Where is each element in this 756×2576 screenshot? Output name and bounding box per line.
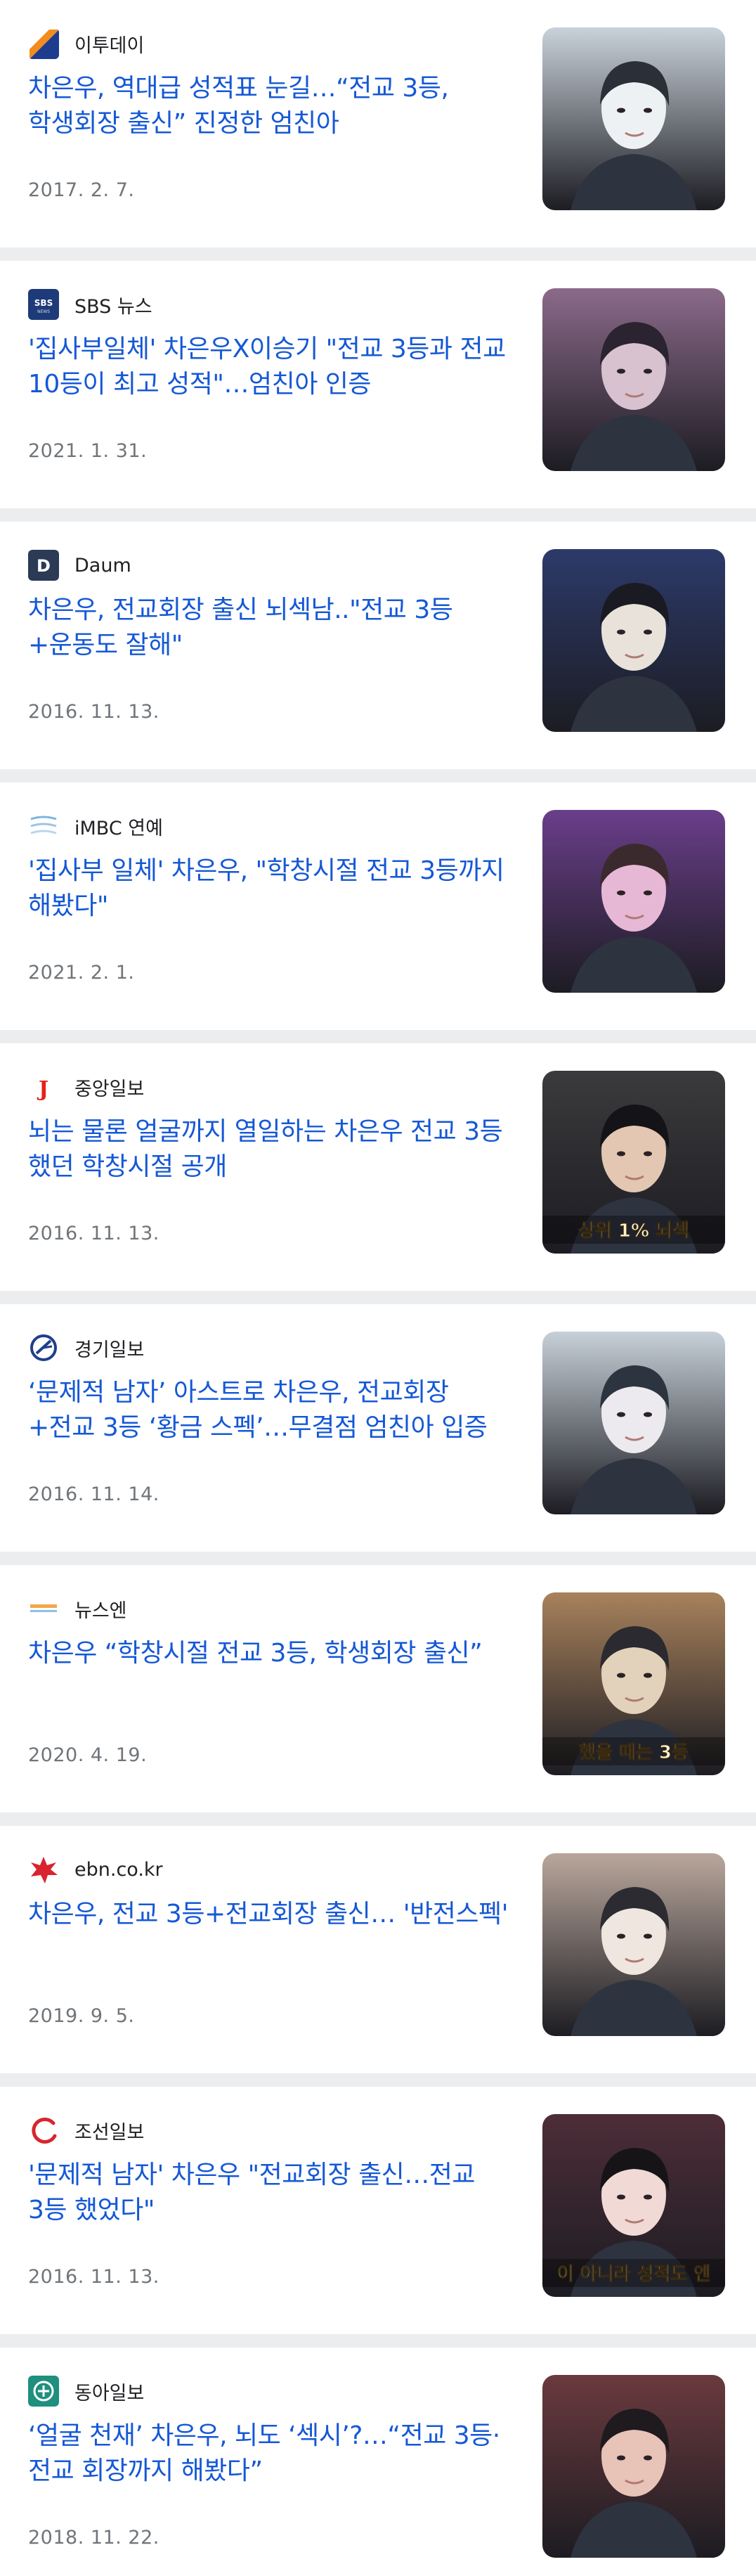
article-title[interactable]: '문제적 남자' 차은우 "전교회장 출신…전교 3등 했었다" bbox=[28, 2158, 513, 2228]
news-source[interactable]: 동아일보 bbox=[28, 2375, 144, 2407]
news-source[interactable]: D Daum bbox=[28, 549, 131, 581]
news-card[interactable]: 이투데이 차은우, 역대급 성적표 눈길…“전교 3등, 학생회장 출신” 진정… bbox=[0, 0, 756, 247]
kyeonggi-logo-icon bbox=[28, 1332, 59, 1363]
news-card[interactable]: SBS NEWS SBS 뉴스 '집사부일체' 차은우X이승기 "전교 3등과 전… bbox=[0, 261, 756, 508]
source-name: 이투데이 bbox=[74, 34, 145, 57]
chosun-logo-icon bbox=[28, 2115, 59, 2146]
news-card[interactable]: ebn.co.kr 차은우, 전교 3등+전교회장 출신… '반전스펙' 201… bbox=[0, 1826, 756, 2073]
article-thumbnail[interactable]: 했을 때는 3등 bbox=[542, 1592, 725, 1775]
source-name: 조선일보 bbox=[74, 2121, 145, 2144]
thumbnail-caption: 했을 때는 3등 bbox=[579, 1742, 689, 1763]
news-source[interactable]: 조선일보 bbox=[28, 2114, 144, 2146]
article-date: 2018. 11. 22. bbox=[28, 2527, 159, 2549]
article-date: 2021. 2. 1. bbox=[28, 962, 135, 984]
source-name: 동아일보 bbox=[74, 2382, 145, 2404]
svg-text:SBS: SBS bbox=[34, 298, 53, 308]
news-source[interactable]: ebn.co.kr bbox=[28, 1853, 163, 1886]
article-title[interactable]: ‘얼굴 천재’ 차은우, 뇌도 ‘섹시’?…“전교 3등·전교 회장까지 해봤다… bbox=[28, 2419, 513, 2489]
news-source[interactable]: iMBC 연예 bbox=[28, 810, 163, 842]
article-date: 2020. 4. 19. bbox=[28, 1744, 148, 1766]
article-title[interactable]: ‘문제적 남자’ 아스트로 차은우, 전교회장+전교 3등 ‘황금 스펙’…무결… bbox=[28, 1375, 513, 1445]
article-thumbnail[interactable]: 이 아니라 성적도 엔 bbox=[542, 2114, 725, 2297]
source-name: 중앙일보 bbox=[74, 1078, 145, 1100]
source-name: 뉴스엔 bbox=[74, 1599, 127, 1622]
news-source[interactable]: J 중앙일보 bbox=[28, 1071, 144, 1103]
news-card[interactable]: 조선일보 '문제적 남자' 차은우 "전교회장 출신…전교 3등 했었다" 20… bbox=[0, 2087, 756, 2334]
news-source[interactable]: 경기일보 bbox=[28, 1332, 144, 1364]
joongang-logo-icon: J bbox=[28, 1071, 59, 1102]
article-date: 2016. 11. 13. bbox=[28, 2266, 159, 2288]
article-thumbnail[interactable] bbox=[542, 549, 725, 732]
svg-text:NEWS: NEWS bbox=[37, 309, 50, 314]
article-title[interactable]: 차은우, 전교회장 출신 뇌섹남.."전교 3등+운동도 잘해" bbox=[28, 593, 513, 663]
news-card[interactable]: D Daum 차은우, 전교회장 출신 뇌섹남.."전교 3등+운동도 잘해" … bbox=[0, 522, 756, 769]
source-name: SBS 뉴스 bbox=[74, 295, 152, 318]
news-card[interactable]: 뉴스엔 차은우 “학창시절 전교 3등, 학생회장 출신” 2020. 4. 1… bbox=[0, 1565, 756, 1812]
article-date: 2019. 9. 5. bbox=[28, 2005, 135, 2027]
news-source[interactable]: 이투데이 bbox=[28, 27, 144, 60]
article-thumbnail[interactable] bbox=[542, 1332, 725, 1514]
news-feed: 이투데이 차은우, 역대급 성적표 눈길…“전교 3등, 학생회장 출신” 진정… bbox=[0, 0, 756, 2576]
article-thumbnail[interactable] bbox=[542, 288, 725, 471]
source-name: 경기일보 bbox=[74, 1339, 145, 1361]
article-date: 2016. 11. 13. bbox=[28, 1223, 159, 1244]
news-card[interactable]: 경기일보 ‘문제적 남자’ 아스트로 차은우, 전교회장+전교 3등 ‘황금 스… bbox=[0, 1304, 756, 1552]
source-name: ebn.co.kr bbox=[74, 1858, 163, 1881]
article-title[interactable]: 차은우 “학창시절 전교 3등, 학생회장 출신” bbox=[28, 1636, 513, 1671]
news-card[interactable]: 동아일보 ‘얼굴 천재’ 차은우, 뇌도 ‘섹시’?…“전교 3등·전교 회장까… bbox=[0, 2348, 756, 2576]
newsen-logo-icon bbox=[28, 1593, 59, 1624]
source-name: Daum bbox=[74, 554, 131, 577]
donga-logo-icon bbox=[28, 2376, 59, 2407]
article-date: 2016. 11. 14. bbox=[28, 1483, 159, 1505]
article-thumbnail[interactable] bbox=[542, 27, 725, 210]
article-thumbnail[interactable] bbox=[542, 2375, 725, 2558]
thumbnail-caption: 이 아니라 성적도 엔 bbox=[557, 2264, 711, 2285]
daum-logo-icon: D bbox=[28, 550, 59, 581]
article-title[interactable]: '집사부 일체' 차은우, "학창시절 전교 3등까지 해봤다" bbox=[28, 854, 513, 924]
article-thumbnail[interactable] bbox=[542, 810, 725, 993]
news-card[interactable]: J 중앙일보 뇌는 물론 얼굴까지 열일하는 차은우 전교 3등 했던 학창시절… bbox=[0, 1043, 756, 1291]
article-date: 2017. 2. 7. bbox=[28, 179, 135, 201]
imbc-logo-icon bbox=[28, 811, 59, 842]
ebn-logo-icon bbox=[28, 1854, 59, 1885]
sbs-logo-icon: SBS NEWS bbox=[28, 289, 59, 320]
article-title[interactable]: 차은우, 전교 3등+전교회장 출신… '반전스펙' bbox=[28, 1897, 513, 1932]
article-thumbnail[interactable]: 상위 1% 뇌섹 bbox=[542, 1071, 725, 1254]
article-date: 2021. 1. 31. bbox=[28, 440, 148, 462]
thumbnail-caption: 상위 1% 뇌섹 bbox=[578, 1221, 689, 1242]
article-date: 2016. 11. 13. bbox=[28, 701, 159, 723]
news-source[interactable]: 뉴스엔 bbox=[28, 1592, 127, 1625]
source-name: iMBC 연예 bbox=[74, 817, 163, 839]
article-thumbnail[interactable] bbox=[542, 1853, 725, 2036]
article-title[interactable]: 뇌는 물론 얼굴까지 열일하는 차은우 전교 3등 했던 학창시절 공개 bbox=[28, 1114, 513, 1185]
article-title[interactable]: '집사부일체' 차은우X이승기 "전교 3등과 전교 10등이 최고 성적"…엄… bbox=[28, 332, 513, 402]
news-source[interactable]: SBS NEWS SBS 뉴스 bbox=[28, 288, 152, 321]
news-card[interactable]: iMBC 연예 '집사부 일체' 차은우, "학창시절 전교 3등까지 해봤다"… bbox=[0, 783, 756, 1030]
etoday-logo-icon bbox=[28, 28, 59, 59]
svg-text:D: D bbox=[37, 556, 51, 576]
article-title[interactable]: 차은우, 역대급 성적표 눈길…“전교 3등, 학생회장 출신” 진정한 엄친아 bbox=[28, 71, 513, 141]
svg-text:J: J bbox=[37, 1077, 48, 1102]
